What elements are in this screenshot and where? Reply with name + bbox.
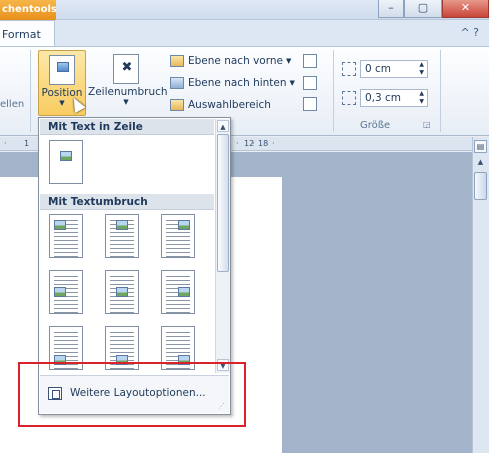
bring-forward-label: Ebene nach vorne <box>188 55 283 67</box>
picture-icon <box>116 287 128 297</box>
group-separator <box>30 50 31 132</box>
selection-pane-label: Auswahlbereich <box>188 99 271 111</box>
contextual-tab-header[interactable]: chentools <box>0 0 56 20</box>
height-stepper[interactable]: 0 cm ▲ ▼ <box>360 60 428 78</box>
position-wrap-option[interactable] <box>105 214 139 258</box>
selection-pane-icon <box>170 99 184 111</box>
position-wrap-option[interactable] <box>49 270 83 314</box>
section-inline-header: Mit Text in Zeile <box>40 119 214 135</box>
ribbon-tabs-row <box>0 20 489 46</box>
view-ruler-icon[interactable]: ▤ <box>474 140 487 153</box>
width-value: 0,3 cm <box>365 92 402 104</box>
close-button[interactable]: ✕ <box>442 0 489 18</box>
restore-button[interactable]: ▢ <box>404 0 442 18</box>
send-backward-label: Ebene nach hinten <box>188 77 287 89</box>
wrap-text-button[interactable]: ✖ Zeilenumbruch ▼ <box>88 50 168 116</box>
bring-forward-button[interactable]: Ebene nach vorne ▼ <box>170 51 291 71</box>
picture-icon <box>178 287 190 297</box>
position-icon <box>49 55 75 85</box>
send-backward-button[interactable]: Ebene nach hinten ▼ <box>170 73 295 93</box>
picture-icon <box>116 220 128 230</box>
wrap-text-icon: ✖ <box>113 54 139 84</box>
picture-icon <box>178 220 190 230</box>
red-highlight-box <box>18 362 246 427</box>
tab-format[interactable]: Format <box>0 20 55 47</box>
align-icon[interactable] <box>303 54 317 68</box>
chevron-down-icon: ▼ <box>123 98 129 106</box>
rotate-icon[interactable] <box>303 97 317 111</box>
dialog-launcher-icon[interactable]: ◲ <box>423 120 431 129</box>
spin-arrows-icon[interactable]: ▲ ▼ <box>419 90 424 106</box>
ribbon-help-icons[interactable]: ^ ? <box>460 26 479 39</box>
wrap-text-label: Zeilenumbruch <box>88 86 168 98</box>
bring-forward-icon <box>170 55 184 67</box>
left-group-label: ellen <box>0 99 25 110</box>
scroll-up-icon[interactable]: ▲ <box>474 158 487 171</box>
width-icon <box>342 91 356 105</box>
group-separator <box>333 50 334 132</box>
gallery-scroll-thumb[interactable] <box>217 134 229 272</box>
selection-pane-button[interactable]: Auswahlbereich <box>170 95 271 115</box>
scroll-thumb[interactable] <box>474 172 487 200</box>
position-inline-option[interactable] <box>49 140 83 184</box>
gallery-scrollbar[interactable]: ▲ ▼ <box>215 119 230 373</box>
height-icon <box>342 62 356 76</box>
position-wrap-option[interactable] <box>49 214 83 258</box>
group-separator <box>440 50 441 132</box>
spin-arrows-icon[interactable]: ▲ ▼ <box>419 61 424 77</box>
picture-icon <box>54 287 66 297</box>
position-wrap-option[interactable] <box>105 270 139 314</box>
size-group-label: Größe <box>360 120 391 131</box>
position-wrap-option[interactable] <box>161 214 195 258</box>
picture-icon <box>54 220 66 230</box>
send-backward-icon <box>170 77 184 89</box>
chevron-down-icon: ▼ <box>285 57 292 65</box>
chevron-down-icon: ▼ <box>289 79 295 87</box>
group-icon[interactable] <box>303 76 317 90</box>
scroll-up-icon[interactable]: ▲ <box>217 120 229 132</box>
height-value: 0 cm <box>365 63 392 75</box>
section-wrap-header: Mit Textumbruch <box>40 194 214 210</box>
width-stepper[interactable]: 0,3 cm ▲ ▼ <box>360 89 428 107</box>
minimize-button[interactable]: – <box>378 0 404 18</box>
position-wrap-option[interactable] <box>161 270 195 314</box>
